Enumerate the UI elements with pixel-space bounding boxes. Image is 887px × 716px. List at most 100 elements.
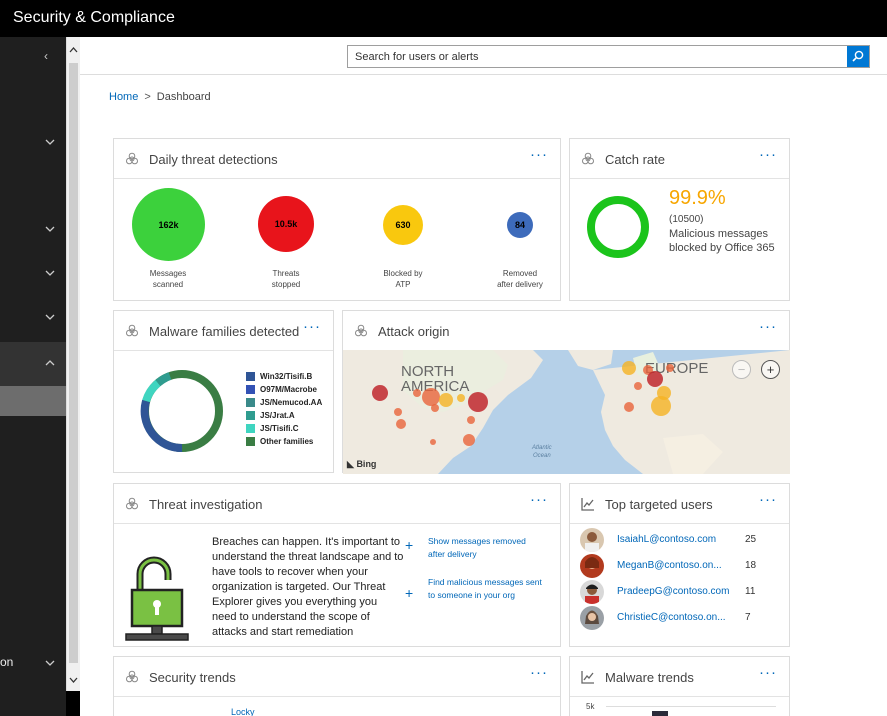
attack-marker[interactable] [422, 388, 440, 406]
card-header: Top targeted users ··· [570, 484, 789, 524]
user-email-link[interactable]: PradeepG@contoso.com [617, 586, 729, 597]
attack-marker[interactable] [666, 364, 674, 372]
biohazard-icon [355, 324, 367, 337]
legend-item[interactable]: JS/Tisifi.C [246, 422, 322, 435]
user-count: 11 [745, 586, 756, 597]
more-options-button[interactable]: ··· [759, 491, 777, 508]
search-box [347, 45, 870, 68]
more-options-button[interactable]: ··· [759, 318, 777, 335]
scroll-down-icon[interactable] [69, 677, 78, 683]
catch-rate-description: Malicious messages blocked by Office 365 [669, 228, 775, 254]
app-title: Security & Compliance [13, 9, 175, 26]
messages-scanned-bubble[interactable]: 162k [132, 188, 205, 261]
search-icon [852, 50, 864, 62]
user-count: 25 [745, 534, 757, 545]
chevron-down-icon [45, 270, 55, 276]
attack-marker[interactable] [439, 393, 453, 407]
scroll-up-icon[interactable] [69, 47, 78, 53]
catch-rate-card: Catch rate ··· 99.9% (10500) Malicious m… [569, 138, 790, 301]
attack-marker[interactable] [468, 392, 488, 412]
bubble-label-line: scanned [152, 280, 184, 289]
user-email-link[interactable]: MeganB@contoso.on... [617, 560, 722, 571]
attack-marker[interactable] [413, 389, 421, 397]
user-row[interactable]: ChristieC@contoso.on... 7 [580, 606, 770, 630]
bubble-label-line: stopped [271, 280, 301, 289]
zoom-out-button[interactable]: − [732, 360, 751, 379]
user-email-link[interactable]: ChristieC@contoso.on... [617, 612, 726, 623]
nav-item-dashboard[interactable] [0, 386, 66, 416]
legend-item[interactable]: JS/Nemucod.AA [246, 396, 322, 409]
nav-group-2[interactable] [0, 210, 66, 250]
breadcrumb-current: Dashboard [156, 91, 211, 103]
scrollbar-thumb[interactable] [69, 63, 78, 663]
bubble-label-line: Removed [502, 269, 538, 278]
attack-marker[interactable] [372, 385, 388, 401]
breadcrumb-home-link[interactable]: Home [109, 91, 138, 103]
more-options-button[interactable]: ··· [530, 491, 548, 508]
legend-item[interactable]: O97M/Macrobe [246, 383, 322, 396]
chevron-down-icon [45, 139, 55, 145]
nav-group-1[interactable] [0, 123, 66, 163]
legend-item[interactable]: Win32/Tisifi.B [246, 370, 322, 383]
bubble-value: 10.5k [274, 219, 298, 229]
nav-group-expanded[interactable] [0, 342, 66, 386]
more-options-button[interactable]: ··· [303, 318, 321, 335]
more-options-button[interactable]: ··· [530, 664, 548, 681]
card-header: Daily threat detections ··· [114, 139, 560, 179]
nav-group-4[interactable] [0, 298, 66, 338]
bubble-label-line: Blocked by [383, 269, 423, 278]
attack-marker[interactable] [622, 361, 636, 375]
search-button[interactable] [847, 46, 869, 67]
user-row[interactable]: IsaiahL@contoso.com 25 [580, 528, 770, 552]
plus-icon: + [405, 585, 414, 601]
card-header: Threat investigation ··· [114, 484, 560, 524]
legend-item[interactable]: Other families [246, 435, 322, 448]
biohazard-icon [126, 324, 138, 337]
attack-marker[interactable] [463, 434, 475, 446]
user-email-link[interactable]: IsaiahL@contoso.com [617, 534, 716, 545]
collapse-nav-button[interactable]: ‹ [0, 37, 66, 77]
attack-marker[interactable] [634, 382, 642, 390]
attack-marker[interactable] [394, 408, 402, 416]
nav-group-3[interactable] [0, 254, 66, 294]
more-options-button[interactable]: ··· [530, 146, 548, 163]
attack-marker[interactable] [430, 439, 436, 445]
blocked-by-atp-bubble[interactable]: 630 [383, 205, 423, 245]
removed-after-delivery-bubble[interactable]: 84 [507, 212, 533, 238]
biohazard-icon [582, 152, 594, 165]
user-row[interactable]: MeganB@contoso.on... 18 [580, 554, 770, 578]
security-trend-item[interactable]: Locky [231, 707, 255, 716]
zoom-in-button[interactable]: + [761, 360, 780, 379]
attack-marker[interactable] [457, 394, 465, 402]
bubble-label: Threats stopped [246, 268, 326, 290]
legend-label: Win32/Tisifi.B [260, 372, 313, 381]
threats-stopped-bubble[interactable]: 10.5k [258, 196, 314, 252]
attack-origin-map[interactable]: NORTH AMERICA EUROPE Atlantic Ocean − + … [343, 350, 790, 474]
more-options-button[interactable]: ··· [759, 146, 777, 163]
catch-rate-percent: 99.9% [669, 187, 726, 209]
show-removed-messages-link[interactable]: Show messages removed after delivery [428, 535, 543, 561]
nav-scrollbar[interactable] [66, 37, 80, 691]
more-options-button[interactable]: ··· [759, 664, 777, 681]
search-input[interactable] [348, 46, 846, 67]
map-provider-text: Bing [356, 459, 377, 469]
attack-marker[interactable] [467, 416, 475, 424]
attack-marker[interactable] [431, 404, 439, 412]
nav-group-bottom[interactable]: on [0, 643, 66, 683]
bubble-label: Blocked by ATP [363, 268, 443, 290]
trend-bar [652, 711, 668, 716]
card-title: Catch rate [605, 152, 665, 167]
attack-marker[interactable] [624, 402, 634, 412]
attack-marker[interactable] [647, 371, 663, 387]
bubble-value: 630 [395, 220, 411, 230]
avatar [580, 580, 604, 604]
attack-marker[interactable] [651, 396, 671, 416]
find-malicious-messages-link[interactable]: Find malicious messages sent to someone … [428, 576, 543, 602]
malware-trends-card: Malware trends ··· 5k [569, 656, 790, 716]
breadcrumb: Home > Dashboard [109, 91, 211, 103]
attack-marker[interactable] [396, 419, 406, 429]
user-row[interactable]: PradeepG@contoso.com 11 [580, 580, 770, 604]
unlocked-padlock-icon [125, 556, 189, 641]
chevron-down-icon [45, 660, 55, 666]
legend-item[interactable]: JS/Jrat.A [246, 409, 322, 422]
